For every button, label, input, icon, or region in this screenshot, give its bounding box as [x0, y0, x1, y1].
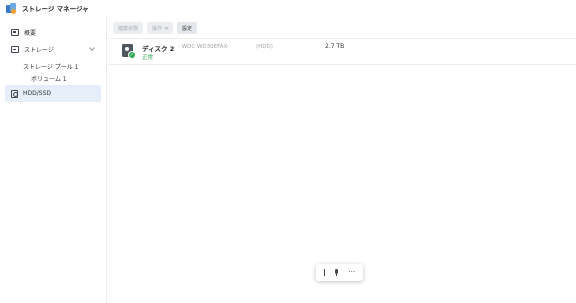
- health-info-label: 健康状態: [118, 25, 139, 32]
- disk-size: 2.7 TB: [325, 43, 345, 50]
- overview-icon: [11, 29, 19, 36]
- sidebar-item-volume-1[interactable]: ボリューム 1: [31, 74, 67, 83]
- sidebar-item-label: HDD/SSD: [23, 90, 52, 97]
- disk-type: (HDD): [256, 43, 273, 50]
- storage-icon: [11, 46, 19, 53]
- settings-label: 設定: [182, 25, 193, 32]
- sidebar-item-hdd-ssd[interactable]: HDD/SSD: [5, 85, 101, 102]
- list-item[interactable]: ✓ ディスク 2 - WDC WD30EFAX- (HDD) 2.7 TB 正常: [108, 39, 576, 65]
- sidebar-item-label: 概要: [24, 30, 37, 37]
- sidebar-item-overview[interactable]: 概要: [5, 24, 101, 41]
- storage-manager-icon: [6, 2, 17, 14]
- sidebar-item-label: ストレージ: [24, 47, 54, 54]
- sidebar: 概要 ストレージ ストレージ プール 1 ボリューム 1 HDD/SSD: [0, 16, 107, 303]
- disk-name: ディスク 2: [142, 45, 175, 53]
- health-info-button[interactable]: 健康状態: [113, 22, 144, 34]
- window-title: ストレージ マネージャ: [22, 5, 89, 13]
- settings-button[interactable]: 設定: [177, 22, 198, 34]
- disk-model: - WDC WD30EFAX-: [178, 43, 230, 50]
- check-icon: ✓: [128, 51, 136, 59]
- chevron-down-icon: [164, 24, 169, 30]
- floating-toolbar: ···: [316, 264, 363, 281]
- status-badge: 正常: [142, 55, 154, 61]
- title-bar: ストレージ マネージャ: [0, 0, 576, 16]
- text-cursor-icon[interactable]: [323, 269, 326, 276]
- sidebar-item-storage-pool-1[interactable]: ストレージ プール 1: [23, 62, 79, 71]
- microphone-icon[interactable]: [335, 269, 339, 276]
- toolbar: 健康状態 操作 設定: [113, 22, 198, 34]
- disk-icon: [11, 89, 18, 98]
- chevron-down-icon[interactable]: [89, 45, 95, 51]
- actions-label: 操作: [152, 25, 163, 32]
- more-icon[interactable]: ···: [348, 269, 355, 276]
- sidebar-item-storage[interactable]: ストレージ: [5, 41, 101, 58]
- actions-dropdown-button[interactable]: 操作: [147, 22, 174, 34]
